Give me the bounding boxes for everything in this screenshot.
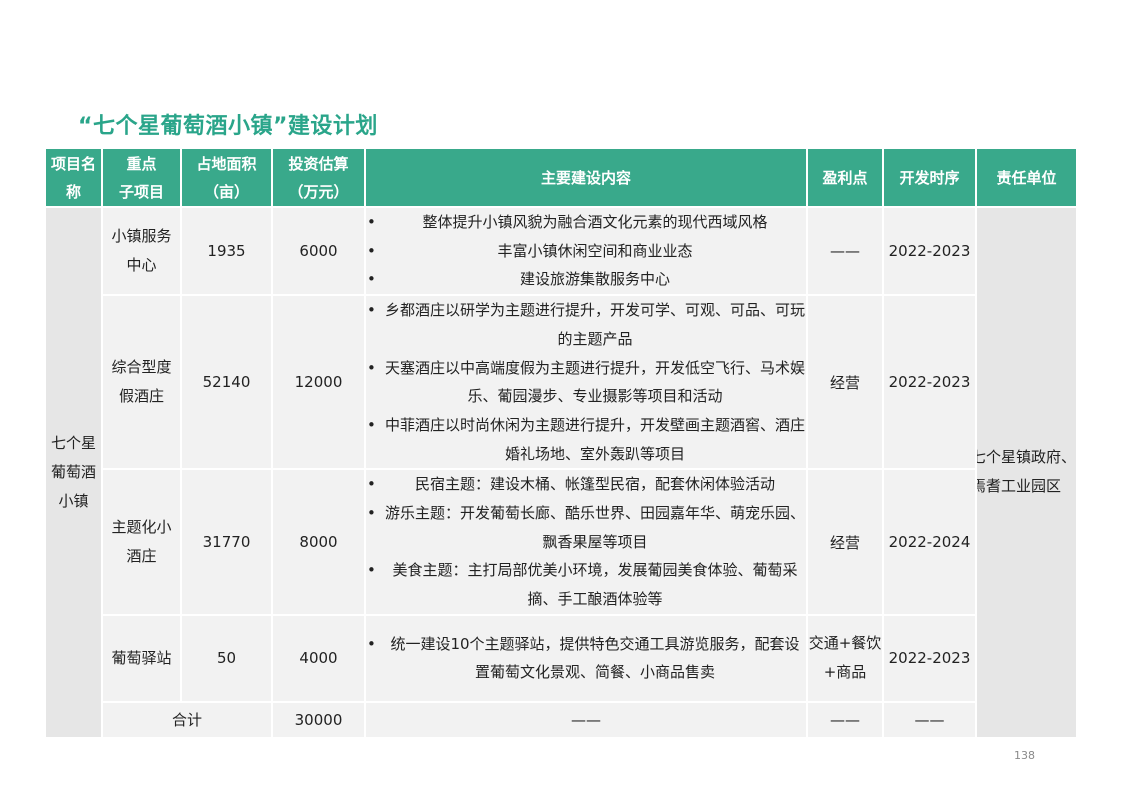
area-cell: 50	[180, 613, 273, 703]
area-cell: 1935	[180, 205, 273, 297]
total-row: 合计 30000 —— —— ——	[45, 700, 1077, 739]
sub-project-cell: 综合型度 假酒庄	[101, 294, 182, 471]
construction-plan-table: 项目名称 重点 子项目 占地面积 （亩） 投资估算 （万元） 主要建设内容 盈利点 开…	[44, 147, 1078, 739]
schedule-cell: 2022-2023	[882, 294, 977, 471]
responsible-unit-cell: 七个星镇政府、 焉耆工业园区	[975, 206, 1078, 739]
content-bullet: 乡都酒庄以研学为主题进行提升，开发可学、可观、可品、可玩的主题产品	[366, 296, 806, 353]
content-cell: 民宿主题：建设木桶、帐篷型民宿，配套休闲体验活动 游乐主题：开发葡萄长廊、酷乐世…	[364, 468, 808, 616]
sub-project-cell: 葡萄驿站	[101, 613, 182, 703]
header-investment: 投资估算 （万元）	[271, 147, 366, 208]
schedule-cell: 2022-2023	[882, 205, 977, 297]
area-cell: 52140	[180, 294, 273, 471]
content-cell: 统一建设10个主题驿站，提供特色交通工具游览服务，配套设置葡萄文化景观、简餐、小…	[364, 613, 808, 703]
content-bullet: 整体提升小镇风貌为融合酒文化元素的现代西域风格	[366, 208, 806, 237]
project-name-cell: 七个星 葡萄酒 小镇	[44, 206, 103, 739]
investment-cell: 12000	[271, 294, 366, 471]
header-sub-project: 重点 子项目	[101, 147, 182, 208]
profit-cell: 经营	[806, 468, 884, 616]
content-bullet: 建设旅游集散服务中心	[366, 265, 806, 294]
content-bullet: 丰富小镇休闲空间和商业业态	[366, 237, 806, 266]
investment-cell: 4000	[271, 613, 366, 703]
sub-project-cell: 小镇服务 中心	[101, 205, 182, 297]
content-cell: 乡都酒庄以研学为主题进行提升，开发可学、可观、可品、可玩的主题产品 天塞酒庄以中…	[364, 294, 808, 471]
header-content: 主要建设内容	[364, 147, 808, 208]
content-cell: 整体提升小镇风貌为融合酒文化元素的现代西域风格 丰富小镇休闲空间和商业业态 建设…	[364, 205, 808, 297]
content-bullet: 天塞酒庄以中高端度假为主题进行提升，开发低空飞行、马术娱乐、葡园漫步、专业摄影等…	[366, 354, 806, 411]
header-schedule: 开发时序	[882, 147, 977, 208]
profit-cell: 交通+餐饮 +商品	[806, 613, 884, 703]
content-bullet: 统一建设10个主题驿站，提供特色交通工具游览服务，配套设置葡萄文化景观、简餐、小…	[366, 630, 806, 687]
content-bullet: 美食主题：主打局部优美小环境，发展葡园美食体验、葡萄采摘、手工酿酒体验等	[366, 556, 806, 613]
investment-cell: 6000	[271, 205, 366, 297]
header-responsible: 责任单位	[975, 147, 1078, 208]
schedule-cell: 2022-2024	[882, 468, 977, 616]
schedule-cell: 2022-2023	[882, 613, 977, 703]
total-label: 合计	[101, 700, 273, 739]
content-bullet: 民宿主题：建设木桶、帐篷型民宿，配套休闲体验活动	[366, 470, 806, 499]
total-content: ——	[364, 700, 808, 739]
content-bullet: 中菲酒庄以时尚休闲为主题进行提升，开发壁画主题酒窖、酒庄婚礼场地、室外轰趴等项目	[366, 411, 806, 468]
page-title: “七个星葡萄酒小镇”建设计划	[78, 114, 378, 139]
header-project: 项目名称	[44, 147, 103, 208]
table-row: 综合型度假酒庄 52140 12000 乡都酒庄以研学为主题进行提升，开发可学、…	[45, 294, 1077, 471]
profit-cell: 经营	[806, 294, 884, 471]
total-profit: ——	[806, 700, 884, 739]
header-area: 占地面积 （亩）	[180, 147, 273, 208]
table-row: 主题化小酒庄 31770 8000 民宿主题：建设木桶、帐篷型民宿，配套休闲体验…	[45, 468, 1077, 616]
table-row: 七个星葡萄酒小镇 小镇服务中心 1935 6000 整体提升小镇风貌为融合酒文化…	[44, 205, 1078, 739]
sub-project-cell: 主题化小 酒庄	[101, 468, 182, 616]
profit-cell: ——	[806, 205, 884, 297]
page-number: 138	[1014, 749, 1035, 762]
content-bullet: 游乐主题：开发葡萄长廊、酷乐世界、田园嘉年华、萌宠乐园、飘香果屋等项目	[366, 499, 806, 556]
total-schedule: ——	[882, 700, 977, 739]
table-header-row: 项目名称 重点 子项目 占地面积 （亩） 投资估算 （万元） 主要建设内容 盈利点 开…	[44, 147, 1078, 208]
table-row: 葡萄驿站 50 4000 统一建设10个主题驿站，提供特色交通工具游览服务，配套…	[45, 613, 1077, 703]
investment-cell: 8000	[271, 468, 366, 616]
total-investment: 30000	[271, 700, 366, 739]
header-profit: 盈利点	[806, 147, 884, 208]
area-cell: 31770	[180, 468, 273, 616]
